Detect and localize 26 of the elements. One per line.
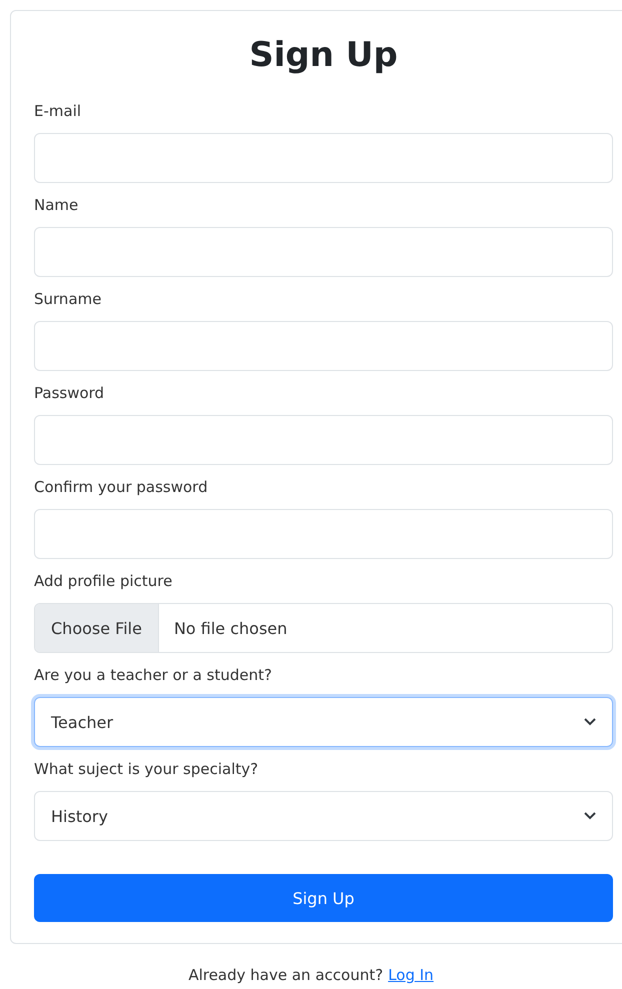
select-value: Teacher	[51, 712, 114, 732]
file-status: No file chosen	[172, 618, 288, 638]
field-label: Surname	[34, 289, 102, 310]
field-label: What suject is your specialty?	[34, 759, 260, 780]
chevron-down-icon	[584, 718, 596, 726]
field-label: Are you a teacher or a student?	[34, 665, 273, 686]
input-field[interactable]	[34, 415, 613, 465]
field-label: Confirm your password	[34, 477, 209, 498]
field-label: Add profile picture	[34, 571, 174, 592]
choose-file-button[interactable]: Choose File	[35, 604, 159, 652]
form-title: Sign Up	[248, 34, 399, 77]
select-field[interactable]: Teacher	[34, 697, 613, 747]
file-input[interactable]: Choose File No file chosen	[34, 603, 613, 653]
input-field[interactable]	[34, 321, 613, 371]
field-label: Name	[34, 195, 80, 216]
signup-button[interactable]: Sign Up	[34, 874, 613, 922]
select-field[interactable]: History	[34, 791, 613, 841]
input-field[interactable]	[34, 509, 613, 559]
select-value: History	[51, 806, 108, 826]
footer-text: Already have an account?	[188, 966, 384, 984]
login-link[interactable]: Log In	[388, 966, 434, 984]
field-label: E-mail	[34, 101, 82, 122]
input-field[interactable]	[34, 133, 613, 183]
input-field[interactable]	[34, 227, 613, 277]
chevron-down-icon	[584, 812, 596, 820]
field-label: Password	[34, 383, 106, 404]
